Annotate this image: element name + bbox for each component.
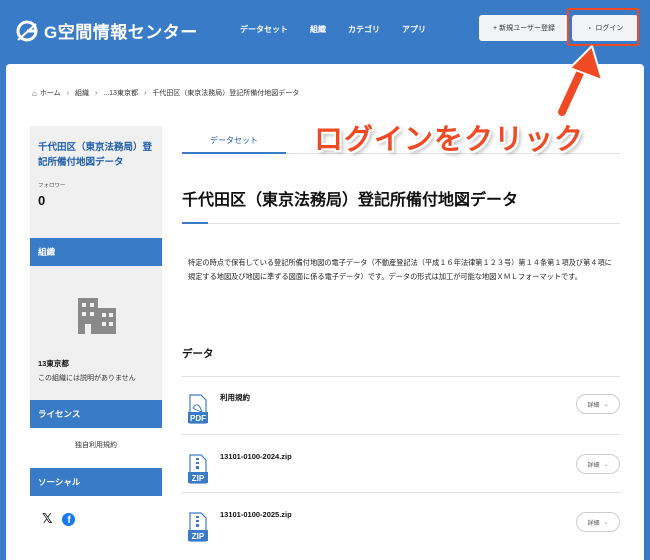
title-divider <box>182 223 620 224</box>
detail-label: 詳細 <box>587 520 600 527</box>
nav-organizations[interactable]: 組織 <box>310 24 326 35</box>
logo-icon <box>16 20 38 41</box>
sidebar-dataset-title[interactable]: 千代田区（東京法務局）登記所備付地図データ <box>38 140 158 170</box>
breadcrumb-organizations[interactable]: 組織 <box>75 88 89 98</box>
zip-format-label: ZIP <box>192 474 205 483</box>
chevron-down-icon: ⌄ <box>603 461 609 468</box>
resource-name[interactable]: 13101-0100-2025.zip <box>220 510 292 519</box>
page-title: 千代田区（東京法務局）登記所備付地図データ <box>182 192 519 209</box>
org-name[interactable]: 13東京都 <box>38 358 69 369</box>
chevron-right-icon: › <box>143 89 147 97</box>
resource-divider <box>182 376 620 377</box>
zip-file-icon: ZIP <box>188 454 208 484</box>
resource-row: ZIP 13101-0100-2025.zip 詳細 ⌄ <box>182 504 620 560</box>
nav-apps[interactable]: アプリ <box>402 24 426 35</box>
building-icon <box>78 298 116 334</box>
resource-row: ZIP 13101-0100-2024.zip 詳細 ⌄ <box>182 446 620 502</box>
breadcrumb: ⌂ ホーム › 組織 › ...13東京都 › 千代田区（東京法務局）登記所備付… <box>32 88 299 98</box>
detail-button[interactable]: 詳細 ⌄ <box>576 512 620 532</box>
site-logo[interactable]: G空間情報センター <box>16 18 198 43</box>
detail-label: 詳細 <box>587 402 600 409</box>
social-panel <box>30 496 162 560</box>
tab-datasets[interactable]: データセット <box>182 128 286 154</box>
home-icon: ⌂ <box>32 88 37 98</box>
resource-divider <box>182 434 620 435</box>
nav-datasets[interactable]: データセット <box>240 24 288 35</box>
breadcrumb-current[interactable]: 千代田区（東京法務局）登記所備付地図データ <box>152 88 299 98</box>
breadcrumb-org[interactable]: ...13東京都 <box>103 88 138 98</box>
zip-format-label: ZIP <box>192 532 205 541</box>
resource-divider <box>182 492 620 493</box>
pdf-file-icon: PDF <box>188 394 208 424</box>
chevron-right-icon: › <box>94 89 98 97</box>
sidebar-license-heading: ライセンス <box>30 400 162 428</box>
pdf-format-label: PDF <box>190 414 206 423</box>
login-highlight-box <box>567 8 639 46</box>
sidebar: 千代田区（東京法務局）登記所備付地図データ フォロワー 0 組織 13東京都 こ… <box>30 126 162 560</box>
x-twitter-icon[interactable]: 𝕏 <box>42 511 52 527</box>
breadcrumb-home[interactable]: ホーム <box>40 88 61 98</box>
title-accent-bar <box>182 222 208 224</box>
resource-name[interactable]: 利用規約 <box>220 392 250 403</box>
follower-label: フォロワー <box>38 183 66 189</box>
license-value[interactable]: 独自利用規約 <box>30 440 162 450</box>
dataset-description: 特定の時点で保有している登記所備付地図の電子データ（不動産登記法（平成１６年法律… <box>188 258 612 281</box>
site-header: G空間情報センター データセット 組織 カテゴリ アプリ + 新規ユーザー登録 … <box>0 0 650 62</box>
zip-file-icon: ZIP <box>188 512 208 542</box>
chevron-down-icon: ⌄ <box>603 519 609 526</box>
annotation-text: ログインをクリック <box>314 124 585 156</box>
sidebar-social-heading: ソーシャル <box>30 468 162 496</box>
data-section-heading: データ <box>182 348 214 360</box>
main-nav: データセット 組織 カテゴリ アプリ <box>240 24 448 35</box>
detail-label: 詳細 <box>587 462 600 469</box>
detail-button[interactable]: 詳細 ⌄ <box>576 394 620 414</box>
logo-text: G空間情報センター <box>44 23 198 42</box>
follower-count: 0 <box>38 193 46 208</box>
detail-button[interactable]: 詳細 ⌄ <box>576 454 620 474</box>
register-button[interactable]: + 新規ユーザー登録 <box>479 15 569 41</box>
social-links: 𝕏 f <box>42 511 76 527</box>
sidebar-org-heading: 組織 <box>30 238 162 266</box>
facebook-icon[interactable]: f <box>62 512 76 526</box>
chevron-down-icon: ⌄ <box>603 401 609 408</box>
nav-categories[interactable]: カテゴリ <box>348 24 380 35</box>
org-description: この組織には説明がありません <box>38 375 136 382</box>
chevron-right-icon: › <box>66 89 69 97</box>
resource-name[interactable]: 13101-0100-2024.zip <box>220 452 292 461</box>
